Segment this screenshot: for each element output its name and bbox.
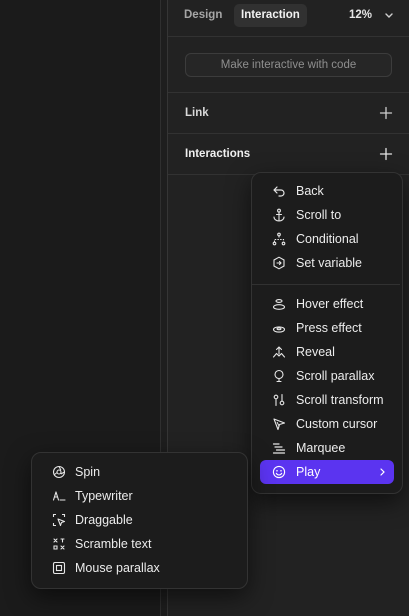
drag-icon — [52, 513, 66, 527]
menu-item-label: Scroll to — [296, 208, 342, 222]
typewriter-icon — [52, 489, 66, 503]
anchor-icon — [272, 208, 286, 222]
submenu-item-draggable[interactable]: Draggable — [40, 508, 239, 532]
link-section: Link — [168, 93, 409, 134]
panel-topbar: Design Interaction 12% — [168, 0, 409, 37]
menu-item-play[interactable]: Play — [260, 460, 394, 484]
submenu-item-scramble-text[interactable]: Scramble text — [40, 532, 239, 556]
menu-item-set-variable[interactable]: Set variable — [260, 251, 394, 275]
menu-item-label: Set variable — [296, 256, 363, 270]
make-interactive-button[interactable]: Make interactive with code — [185, 53, 392, 77]
menu-item-label: Play — [296, 465, 321, 479]
submenu-item-mouse-parallax[interactable]: Mouse parallax — [40, 556, 239, 580]
menu-item-label: Press effect — [296, 321, 362, 335]
menu-item-label: Marquee — [296, 441, 346, 455]
menu-item-label: Custom cursor — [296, 417, 378, 431]
spin-icon — [52, 465, 66, 479]
back-arrow-icon — [272, 184, 286, 198]
menu-item-back[interactable]: Back — [260, 179, 394, 203]
menu-item-reveal[interactable]: Reveal — [260, 340, 394, 364]
transform-icon — [272, 393, 286, 407]
chevron-down-icon[interactable] — [382, 5, 396, 25]
link-label: Link — [185, 107, 209, 119]
menu-item-scroll-parallax[interactable]: Scroll parallax — [260, 364, 394, 388]
submenu-item-label: Typewriter — [75, 489, 133, 503]
menu-item-marquee[interactable]: Marquee — [260, 436, 394, 460]
submenu-item-label: Draggable — [75, 513, 133, 527]
interactions-menu: Back Scroll to Conditional Set variable … — [251, 172, 403, 494]
submenu-item-spin[interactable]: Spin — [40, 460, 239, 484]
submenu-item-label: Spin — [75, 465, 101, 479]
tab-interaction[interactable]: Interaction — [234, 4, 307, 27]
chevron-right-icon — [377, 466, 387, 478]
submenu-item-typewriter[interactable]: Typewriter — [40, 484, 239, 508]
menu-item-label: Back — [296, 184, 324, 198]
menu-item-conditional[interactable]: Conditional — [260, 227, 394, 251]
code-section: Make interactive with code — [168, 37, 409, 93]
press-icon — [272, 321, 286, 335]
cursor-icon — [272, 417, 286, 431]
menu-item-custom-cursor[interactable]: Custom cursor — [260, 412, 394, 436]
menu-item-hover-effect[interactable]: Hover effect — [260, 292, 394, 316]
submenu-item-label: Scramble text — [75, 537, 152, 551]
menu-item-label: Conditional — [296, 232, 359, 246]
hover-icon — [272, 297, 286, 311]
menu-item-label: Reveal — [296, 345, 335, 359]
scramble-icon — [52, 537, 66, 551]
interactions-label: Interactions — [185, 148, 251, 160]
smiley-icon — [272, 465, 286, 479]
add-interaction-icon[interactable] — [379, 147, 393, 161]
menu-item-label: Scroll parallax — [296, 369, 375, 383]
submenu-item-label: Mouse parallax — [75, 561, 160, 575]
tab-design[interactable]: Design — [177, 4, 229, 27]
menu-item-scroll-to[interactable]: Scroll to — [260, 203, 394, 227]
zoom-level[interactable]: 12% — [349, 4, 372, 27]
menu-item-press-effect[interactable]: Press effect — [260, 316, 394, 340]
menu-item-label: Hover effect — [296, 297, 364, 311]
add-link-icon[interactable] — [379, 106, 393, 120]
parallax-icon — [272, 369, 286, 383]
menu-item-scroll-transform[interactable]: Scroll transform — [260, 388, 394, 412]
menu-separator — [252, 284, 400, 285]
menu-item-label: Scroll transform — [296, 393, 384, 407]
reveal-icon — [272, 345, 286, 359]
play-submenu: Spin Typewriter Draggable Scramble text … — [31, 452, 248, 589]
marquee-icon — [272, 441, 286, 455]
interactions-section: Interactions — [168, 134, 409, 175]
variable-icon — [272, 256, 286, 270]
branch-icon — [272, 232, 286, 246]
mouse-parallax-icon — [52, 561, 66, 575]
